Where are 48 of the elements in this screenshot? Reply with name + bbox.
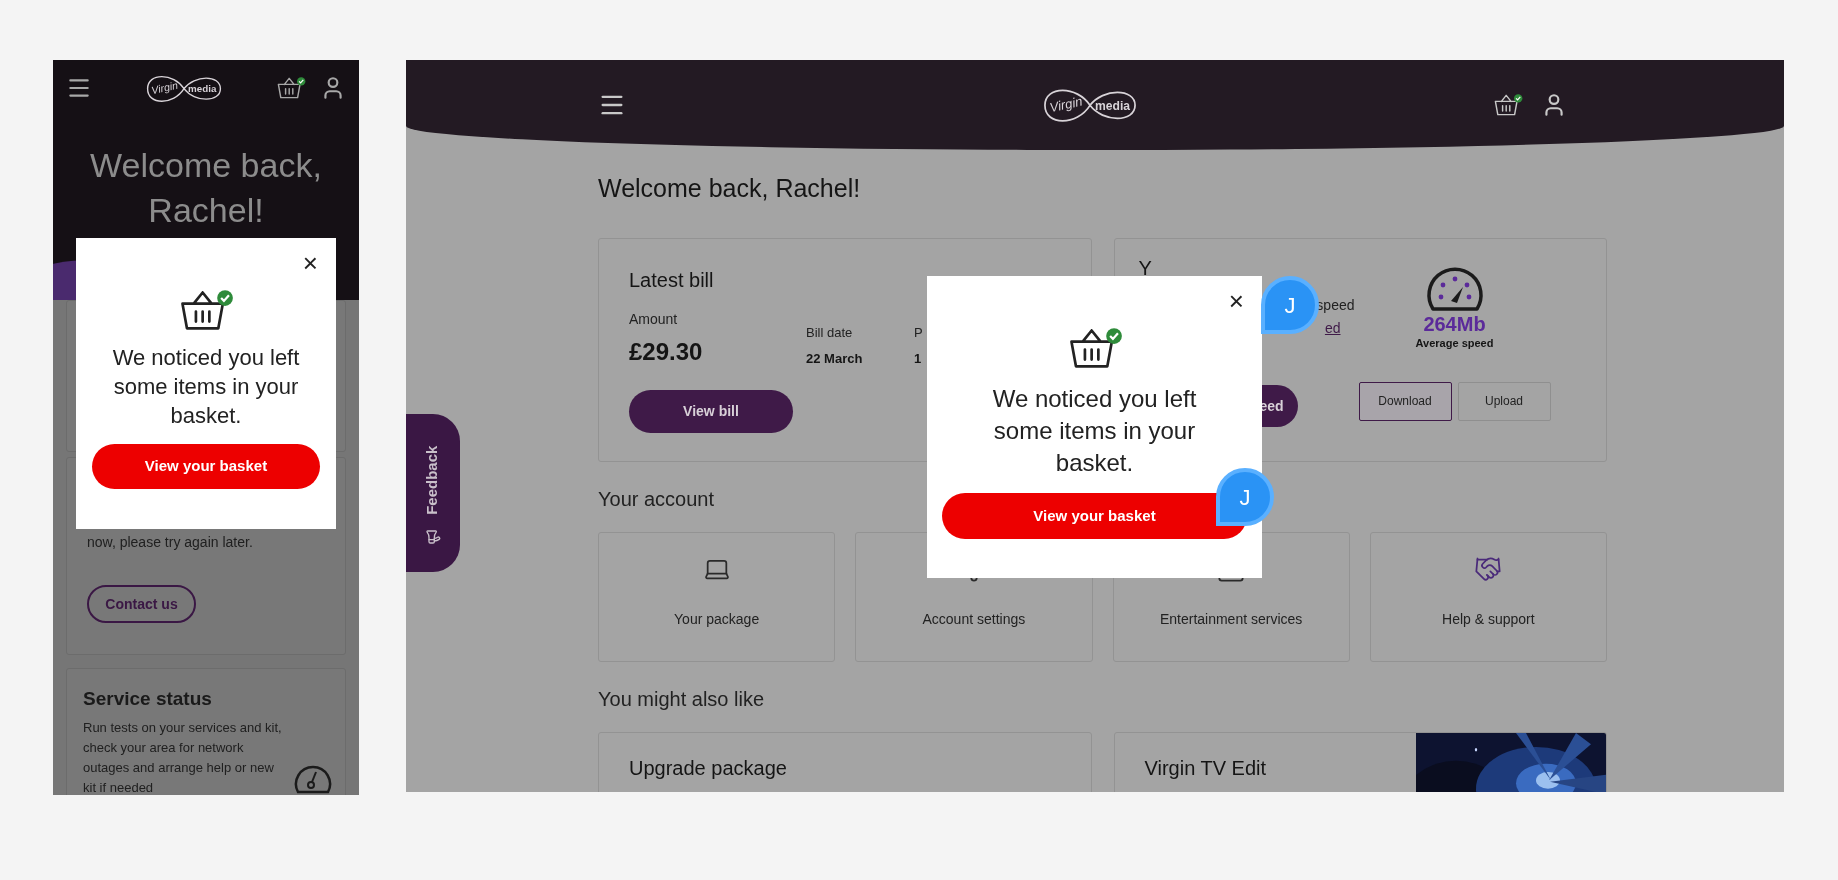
status-text: now, please try again later.	[87, 533, 254, 552]
speed-value: 264Mb	[1423, 313, 1486, 335]
column-value: 1	[914, 349, 923, 368]
gauge-icon	[1424, 267, 1485, 313]
direction-tab[interactable]: Download	[1358, 381, 1452, 421]
handshake-icon	[1474, 555, 1503, 583]
account-tile[interactable]: Help & support	[1369, 532, 1607, 662]
suggestion-title: Upgrade package	[629, 756, 788, 781]
feedback-tab[interactable]: Feedback	[406, 414, 460, 572]
speed-text: speed	[1316, 296, 1355, 315]
bill-title: Latest bill	[629, 268, 715, 293]
speed-title: Y	[1138, 256, 1153, 281]
service-title: Service status	[83, 687, 213, 711]
basket-icon	[1493, 93, 1523, 117]
tile-label: Account settings	[922, 610, 1026, 629]
service-text: Run tests on your services and kit, check your area for network outages and arrange help or new kit if needed	[83, 718, 283, 795]
basket-icon	[178, 288, 234, 333]
basket-icon	[276, 76, 306, 100]
amount-label: Amount	[629, 310, 679, 329]
tile-label: Help & support	[1442, 610, 1535, 629]
basket-message: We noticed you left some items in your basket.	[991, 383, 1198, 478]
tile-label: Your package	[674, 610, 760, 629]
tile-label: Entertainment services	[1159, 610, 1303, 629]
view-basket-button[interactable]: View your basket	[92, 443, 320, 489]
welcome-heading: Welcome back, Rachel!	[598, 173, 862, 204]
avatar-tooltip: J	[1261, 276, 1319, 334]
close-button[interactable]: ×	[1228, 288, 1244, 314]
suggestion-card[interactable]: Upgrade package	[598, 732, 1092, 792]
welcome-heading: Welcome back, Rachel!	[89, 145, 323, 231]
suggestion-title: Virgin TV Edit	[1144, 756, 1268, 781]
feedback-label: Feedback	[422, 445, 442, 515]
date-label: Bill date	[806, 324, 854, 342]
column-label: P	[914, 324, 923, 342]
date-value: 22 March	[806, 349, 864, 368]
contact-button[interactable]: Contact us	[87, 585, 196, 623]
speed-link[interactable]: ed	[1324, 318, 1341, 339]
account-tile[interactable]: Your package	[598, 532, 836, 662]
amount-value: £29.30	[629, 337, 704, 367]
suggestion-card[interactable]: Virgin TV Edit	[1113, 732, 1607, 792]
view-bill-button[interactable]: View bill	[629, 390, 793, 433]
account-heading: Your account	[598, 487, 714, 512]
basket-message: We noticed you left some items in your basket.	[111, 343, 301, 430]
close-button[interactable]: ×	[302, 250, 318, 276]
megaphone-icon	[425, 529, 441, 546]
suggestions-heading: You might also like	[598, 687, 765, 712]
direction-tab[interactable]: Upload	[1457, 381, 1551, 421]
speed-label: Average speed	[1415, 336, 1494, 351]
avatar-tooltip: J	[1216, 468, 1274, 526]
